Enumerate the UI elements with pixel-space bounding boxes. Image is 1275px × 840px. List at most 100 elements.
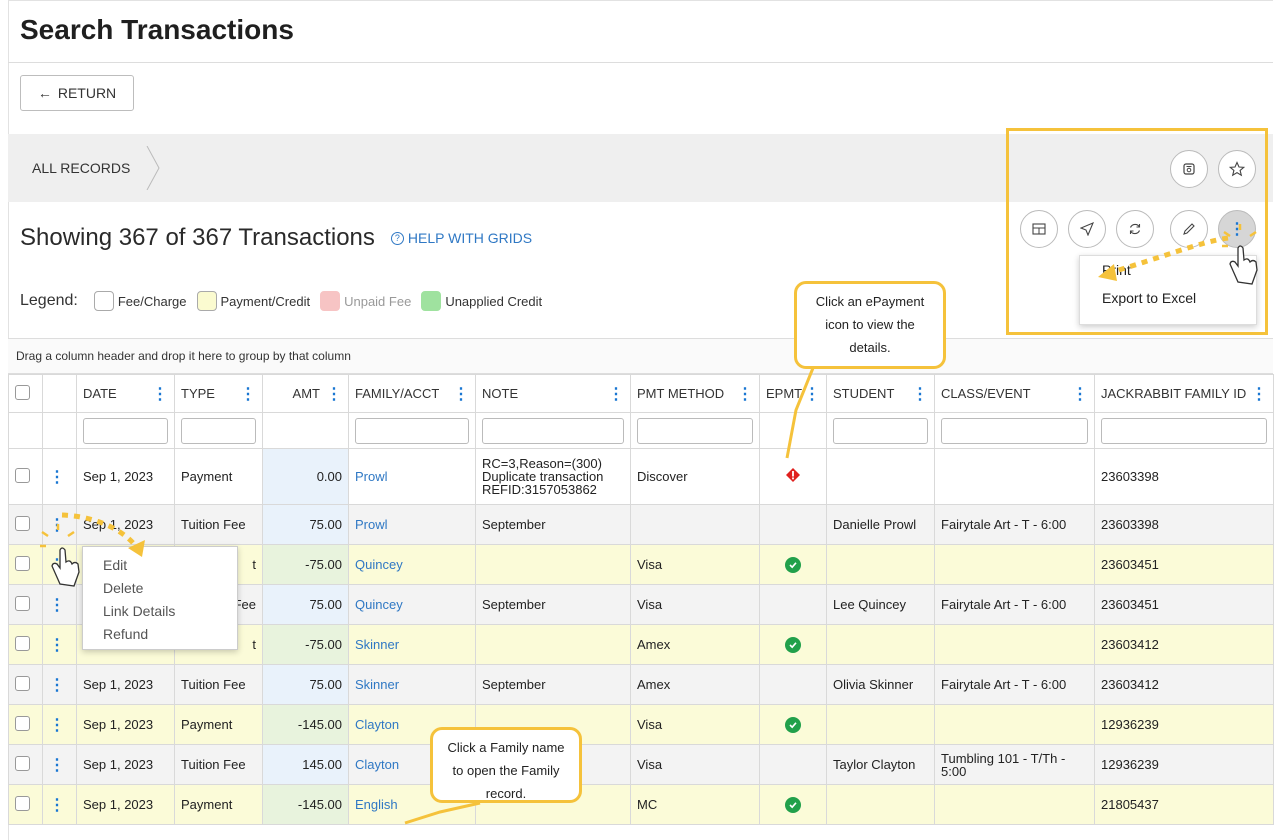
row-checkbox[interactable] xyxy=(15,595,30,611)
row-select-cell xyxy=(8,624,43,665)
cell-note: September xyxy=(475,664,631,705)
cell-student: Olivia Skinner xyxy=(826,664,935,705)
column-header-epmt[interactable]: EPMT ⋮ xyxy=(759,374,827,413)
table-row[interactable]: ⋮ Sep 1, 2023 Payment 0.00 Prowl RC=3,Re… xyxy=(8,448,1274,505)
row-menu-icon[interactable]: ⋮ xyxy=(49,517,65,534)
row-menu-link-details[interactable]: Link Details xyxy=(83,601,237,624)
row-checkbox[interactable] xyxy=(15,555,30,571)
edit-grid-button[interactable] xyxy=(1170,210,1208,248)
title-divider xyxy=(8,62,1273,63)
row-checkbox[interactable] xyxy=(15,635,30,651)
family-link[interactable]: Clayton xyxy=(355,757,399,772)
row-checkbox[interactable] xyxy=(15,795,30,811)
column-header-family-id[interactable]: JACKRABBIT FAMILY ID ⋮ xyxy=(1094,374,1274,413)
row-checkbox[interactable] xyxy=(15,515,30,531)
column-menu-icon[interactable]: ⋮ xyxy=(804,384,820,404)
type-filter-input[interactable] xyxy=(181,417,256,444)
column-menu-icon[interactable]: ⋮ xyxy=(326,384,342,404)
column-menu-icon[interactable]: ⋮ xyxy=(240,384,256,404)
column-header-class[interactable]: CLASS/EVENT ⋮ xyxy=(934,374,1095,413)
epayment-success-icon[interactable] xyxy=(785,796,801,813)
family-id-filter-input[interactable] xyxy=(1101,417,1267,444)
epayment-success-icon[interactable] xyxy=(785,556,801,573)
column-header-family[interactable]: FAMILY/ACCT ⋮ xyxy=(348,374,476,413)
column-header-note[interactable]: NOTE ⋮ xyxy=(475,374,631,413)
breadcrumb[interactable]: ALL RECORDS xyxy=(32,160,130,176)
row-menu-icon[interactable]: ⋮ xyxy=(49,557,65,574)
table-row[interactable]: ⋮ Sep 1, 2023 Tuition Fee 75.00 Prowl Se… xyxy=(8,504,1274,545)
column-menu-icon[interactable]: ⋮ xyxy=(737,384,753,404)
row-menu-refund[interactable]: Refund xyxy=(83,624,237,647)
more-vertical-icon: ⋮ xyxy=(1229,221,1245,238)
epayment-success-icon[interactable] xyxy=(785,636,801,653)
column-header-date[interactable]: DATE ⋮ xyxy=(76,374,175,413)
table-row[interactable]: ⋮ Sep 1, 2023 Payment -145.00 Clayton Vi… xyxy=(8,704,1274,745)
row-menu-icon[interactable]: ⋮ xyxy=(49,717,65,734)
row-menu-icon[interactable]: ⋮ xyxy=(49,677,65,694)
send-button[interactable] xyxy=(1068,210,1106,248)
refresh-button[interactable] xyxy=(1116,210,1154,248)
column-header-pmt-method[interactable]: PMT METHOD ⋮ xyxy=(630,374,760,413)
help-with-grids-link[interactable]: ? HELP WITH GRIDS xyxy=(390,230,532,246)
cell-family-id: 12936239 xyxy=(1094,744,1274,785)
student-filter-input[interactable] xyxy=(833,417,928,444)
family-filter-input[interactable] xyxy=(355,417,469,444)
cell-amt: 0.00 xyxy=(262,448,349,505)
group-by-drop-zone[interactable]: Drag a column header and drop it here to… xyxy=(8,338,1273,374)
grid-summary: Showing 367 of 367 Transactions ? HELP W… xyxy=(20,224,532,252)
legend-unapplied: Unapplied Credit xyxy=(445,293,543,309)
family-link[interactable]: Prowl xyxy=(355,517,388,532)
epayment-error-icon[interactable] xyxy=(785,467,801,483)
column-header-amt[interactable]: AMT ⋮ xyxy=(262,374,349,413)
return-button[interactable]: ← RETURN xyxy=(20,75,134,111)
legend-swatch-unpaid xyxy=(320,291,341,311)
column-header-type[interactable]: TYPE ⋮ xyxy=(174,374,263,413)
row-checkbox[interactable] xyxy=(15,755,30,771)
select-all-checkbox[interactable] xyxy=(15,384,30,400)
date-filter-input[interactable] xyxy=(83,417,168,444)
legend: Legend: Fee/Charge Payment/Credit Unpaid… xyxy=(20,291,542,311)
row-menu-icon[interactable]: ⋮ xyxy=(49,797,65,814)
row-menu-icon[interactable]: ⋮ xyxy=(49,757,65,774)
row-menu-icon[interactable]: ⋮ xyxy=(49,637,65,654)
family-link[interactable]: Clayton xyxy=(355,717,399,732)
class-filter-input[interactable] xyxy=(941,417,1088,444)
column-chooser-button[interactable] xyxy=(1020,210,1058,248)
cell-note xyxy=(475,624,631,665)
menu-item-print[interactable]: Print xyxy=(1080,256,1256,284)
row-menu-icon[interactable]: ⋮ xyxy=(49,597,65,614)
note-filter-input[interactable] xyxy=(482,417,624,444)
row-checkbox[interactable] xyxy=(15,467,30,483)
row-menu-edit[interactable]: Edit xyxy=(83,555,237,578)
save-view-button[interactable] xyxy=(1170,150,1208,188)
table-row[interactable]: ⋮ Sep 1, 2023 Payment -145.00 English MC… xyxy=(8,784,1274,825)
family-link[interactable]: Skinner xyxy=(355,677,399,692)
row-select-cell xyxy=(8,744,43,785)
more-actions-button[interactable]: ⋮ xyxy=(1218,210,1256,248)
epayment-success-icon[interactable] xyxy=(785,716,801,733)
column-menu-icon[interactable]: ⋮ xyxy=(608,384,624,404)
row-menu-icon[interactable]: ⋮ xyxy=(49,469,65,486)
row-checkbox[interactable] xyxy=(15,675,30,691)
family-link[interactable]: Prowl xyxy=(355,469,388,484)
family-link[interactable]: Quincey xyxy=(355,557,403,572)
row-checkbox[interactable] xyxy=(15,715,30,731)
family-link[interactable]: Skinner xyxy=(355,637,399,652)
family-link[interactable]: Quincey xyxy=(355,597,403,612)
column-menu-icon[interactable]: ⋮ xyxy=(912,384,928,404)
family-link[interactable]: English xyxy=(355,797,398,812)
column-menu-icon[interactable]: ⋮ xyxy=(1072,384,1088,404)
menu-item-export-excel[interactable]: Export to Excel xyxy=(1080,284,1256,312)
table-row[interactable]: ⋮ Sep 1, 2023 Tuition Fee 145.00 Clayton… xyxy=(8,744,1274,785)
row-menu-delete[interactable]: Delete xyxy=(83,578,237,601)
column-header-student[interactable]: STUDENT ⋮ xyxy=(826,374,935,413)
pmt-method-filter-input[interactable] xyxy=(637,417,753,444)
cell-date: Sep 1, 2023 xyxy=(76,448,175,505)
column-menu-icon[interactable]: ⋮ xyxy=(1251,384,1267,404)
column-menu-icon[interactable]: ⋮ xyxy=(152,384,168,404)
favorite-button[interactable] xyxy=(1218,150,1256,188)
cell-note xyxy=(475,544,631,585)
table-row[interactable]: ⋮ Sep 1, 2023 Tuition Fee 75.00 Skinner … xyxy=(8,664,1274,705)
cell-amt: 75.00 xyxy=(262,504,349,545)
column-menu-icon[interactable]: ⋮ xyxy=(453,384,469,404)
